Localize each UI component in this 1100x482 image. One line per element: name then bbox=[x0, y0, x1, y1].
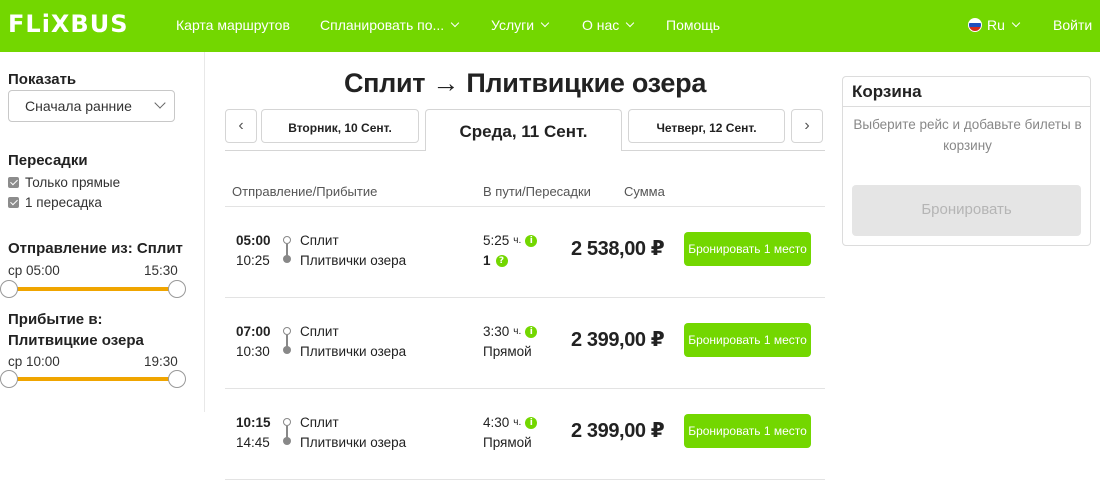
col-price: Сумма bbox=[624, 184, 665, 199]
route-line-icon bbox=[283, 236, 291, 263]
arrival-station: Плитвички озера bbox=[300, 344, 407, 359]
arrival-slider-max-handle[interactable] bbox=[168, 370, 186, 388]
language-selector[interactable]: Ru bbox=[968, 17, 1021, 33]
ride-duration: 5:25 ч. i bbox=[483, 233, 538, 248]
divider bbox=[225, 479, 825, 480]
date-tab-prev[interactable]: Вторник, 10 Сент. bbox=[261, 109, 419, 143]
departure-time: 07:00 bbox=[236, 324, 271, 339]
departure-time: 10:15 bbox=[236, 415, 271, 430]
checkbox-checked-icon[interactable] bbox=[8, 197, 19, 208]
nav-plan-trip[interactable]: Спланировать по... bbox=[320, 17, 460, 33]
login-link[interactable]: Войти bbox=[1053, 17, 1092, 33]
info-icon[interactable]: i bbox=[525, 234, 538, 247]
transfers-count: 1? bbox=[483, 253, 508, 268]
arrival-time: 14:45 bbox=[236, 435, 270, 450]
transfers-direct: Прямой bbox=[483, 344, 532, 359]
flixbus-logo[interactable]: FLiXBUS bbox=[8, 10, 128, 38]
cart-title: Корзина bbox=[843, 77, 1090, 107]
arrival-time: 10:25 bbox=[236, 253, 270, 268]
date-tab-next[interactable]: Четверг, 12 Сент. bbox=[628, 109, 785, 143]
col-departure-arrival: Отправление/Прибытие bbox=[232, 184, 378, 199]
departure-slider-track[interactable] bbox=[8, 287, 178, 291]
date-tab-active[interactable]: Среда, 11 Сент. bbox=[425, 109, 622, 151]
filters-sidebar: Показать Сначала ранние Пересадки Только… bbox=[0, 52, 205, 412]
arrival-max: 19:30 bbox=[144, 354, 178, 369]
book-seat-button[interactable]: Бронировать 1 место bbox=[684, 323, 811, 357]
departure-station: Сплит bbox=[300, 324, 339, 339]
arrival-label-city: Плитвицкие озера bbox=[8, 332, 144, 349]
ride-price: 2 538,00 ₽ bbox=[571, 238, 665, 260]
top-header: FLiXBUS Карта маршрутов Спланировать по.… bbox=[0, 0, 1100, 52]
prev-date-button[interactable]: ‹ bbox=[225, 109, 257, 143]
book-seat-button[interactable]: Бронировать 1 место bbox=[684, 414, 811, 448]
arrival-min: ср 10:00 bbox=[8, 354, 60, 369]
arrival-slider-track[interactable] bbox=[8, 377, 178, 381]
departure-min: ср 05:00 bbox=[8, 263, 60, 278]
question-icon[interactable]: ? bbox=[495, 254, 508, 267]
ride-duration: 3:30 ч. i bbox=[483, 324, 538, 339]
book-seat-button[interactable]: Бронировать 1 место bbox=[684, 232, 811, 266]
cart-empty-text: Выберите рейс и добавьте билеты в корзин… bbox=[853, 117, 1082, 153]
arrival-station: Плитвички озера bbox=[300, 253, 407, 268]
cart-book-button[interactable]: Бронировать bbox=[852, 185, 1081, 236]
nav-route-map[interactable]: Карта маршрутов bbox=[176, 17, 290, 33]
departure-label: Отправление из: Сплит bbox=[8, 240, 183, 257]
departure-station: Сплит bbox=[300, 233, 339, 248]
departure-station: Сплит bbox=[300, 415, 339, 430]
ride-price: 2 399,00 ₽ bbox=[571, 420, 665, 442]
cart-panel: Корзина Выберите рейс и добавьте билеты … bbox=[842, 76, 1091, 246]
departure-max: 15:30 bbox=[144, 263, 178, 278]
departure-slider-min-handle[interactable] bbox=[0, 280, 18, 298]
checkbox-checked-icon[interactable] bbox=[8, 177, 19, 188]
nav-services[interactable]: Услуги bbox=[491, 17, 550, 33]
chevron-down-icon bbox=[450, 18, 460, 28]
chevron-down-icon bbox=[154, 97, 166, 109]
transfers-label: Пересадки bbox=[8, 152, 88, 169]
sort-select[interactable]: Сначала ранние bbox=[8, 90, 175, 122]
next-date-button[interactable]: › bbox=[791, 109, 823, 143]
info-icon[interactable]: i bbox=[525, 325, 538, 338]
arrival-slider-min-handle[interactable] bbox=[0, 370, 18, 388]
info-icon[interactable]: i bbox=[525, 416, 538, 429]
arrival-station: Плитвички озера bbox=[300, 435, 407, 450]
ride-duration: 4:30 ч. i bbox=[483, 415, 538, 430]
ride-price: 2 399,00 ₽ bbox=[571, 329, 665, 351]
chevron-down-icon bbox=[626, 18, 635, 28]
filter-direct-only[interactable]: Только прямые bbox=[8, 175, 120, 190]
arrival-label: Прибытие в: bbox=[8, 311, 103, 328]
departure-time: 05:00 bbox=[236, 233, 271, 248]
chevron-down-icon bbox=[1011, 18, 1021, 28]
sort-label: Показать bbox=[8, 71, 77, 88]
route-line-icon bbox=[283, 418, 291, 445]
ride-row: 05:00 10:25 Сплит Плитвички озера 5:25 ч.… bbox=[225, 207, 825, 297]
ride-row: 07:00 10:30 Сплит Плитвички озера 3:30 ч.… bbox=[225, 298, 825, 388]
chevron-down-icon bbox=[540, 18, 550, 28]
ride-row: 10:15 14:45 Сплит Плитвички озера 4:30 ч.… bbox=[225, 389, 825, 479]
transfers-direct: Прямой bbox=[483, 435, 532, 450]
route-title: Сплит → Плитвицкие озера bbox=[343, 68, 707, 98]
arrival-time: 10:30 bbox=[236, 344, 270, 359]
filter-one-transfer[interactable]: 1 пересадка bbox=[8, 195, 102, 210]
russia-flag-icon bbox=[968, 18, 982, 32]
departure-slider-max-handle[interactable] bbox=[168, 280, 186, 298]
route-line-icon bbox=[283, 327, 291, 354]
nav-help[interactable]: Помощь bbox=[666, 17, 720, 33]
col-duration-transfers: В пути/Пересадки bbox=[483, 184, 591, 199]
nav-about[interactable]: О нас bbox=[582, 17, 635, 33]
